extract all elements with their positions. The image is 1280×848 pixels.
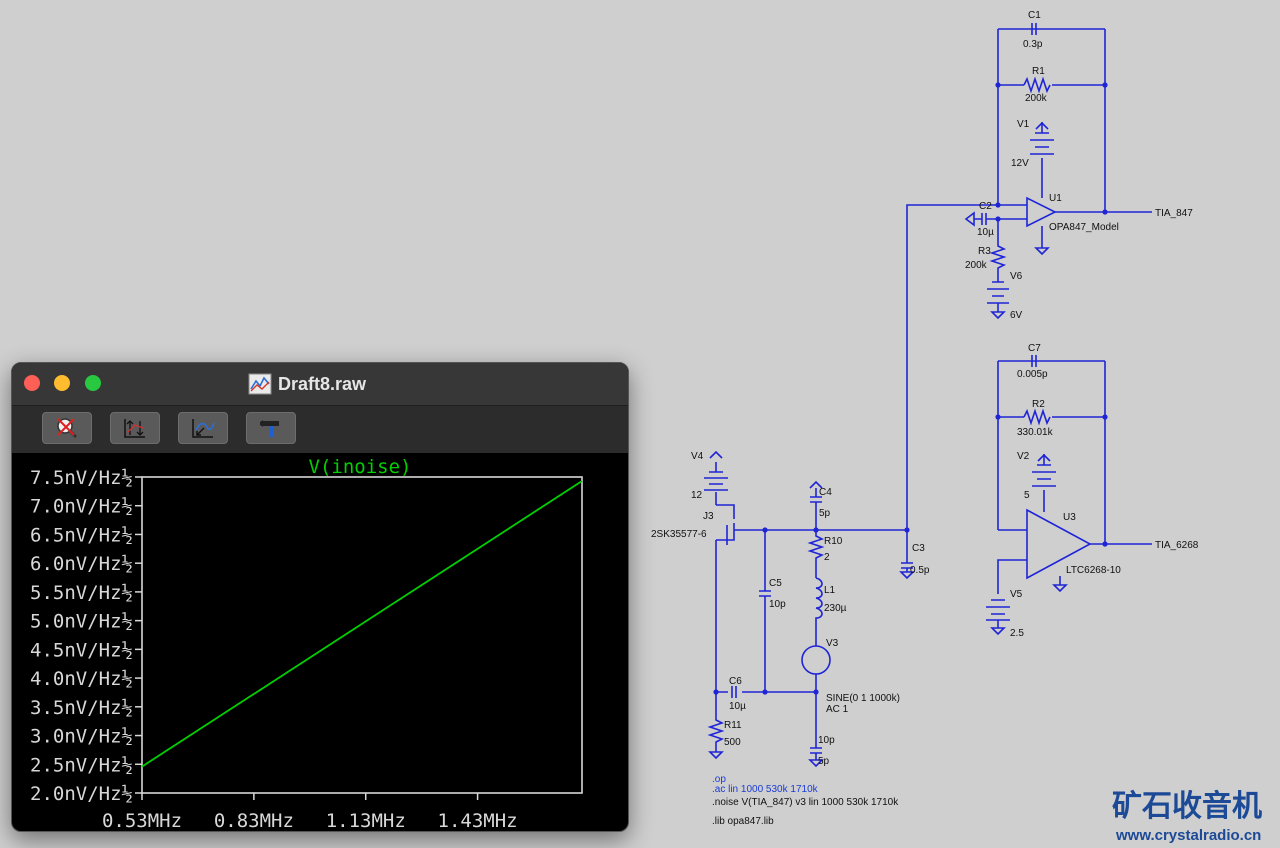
v2-name: V2	[1017, 451, 1030, 462]
r1-name: R1	[1032, 66, 1045, 77]
v2-value: 5	[1024, 490, 1030, 501]
c2-value: 10µ	[977, 227, 994, 238]
noise-plot[interactable]: V(inoise) 7.5nV/Hz½ 7.0nV/Hz½ 6.5nV/Hz½ 6.0…	[12, 453, 628, 831]
waveform-file-icon	[248, 373, 272, 395]
settings-hammer-icon	[260, 420, 279, 437]
watermark: 矿石收音机 www.crystalradio.cn	[1112, 789, 1262, 844]
y-tick-label: 3.0nV/Hz½	[30, 726, 133, 748]
zoom-cancel-icon	[57, 418, 78, 439]
pan-button[interactable]	[178, 412, 228, 444]
c6-name: C6	[729, 676, 742, 687]
y-tick-label: 6.0nV/Hz½	[30, 553, 133, 575]
x-tick-label: 1.13MHz	[326, 810, 406, 831]
r10-value: 2	[824, 552, 830, 563]
c5-value: 10p	[769, 599, 786, 610]
x-tick-label: 1.43MHz	[438, 810, 518, 831]
net-label-tia847: TIA_847	[1155, 208, 1193, 219]
v6-value: 6V	[1010, 310, 1023, 321]
y-tick-label: 3.5nV/Hz½	[30, 697, 133, 719]
waveform-window[interactable]: Draft8.raw V(inoise) 7.5nV/Hz½ 7.0nV/Hz½…	[11, 362, 629, 832]
v5-value: 2.5	[1010, 628, 1024, 639]
window-titlebar[interactable]: Draft8.raw	[12, 363, 628, 406]
y-tick-label: 7.5nV/Hz½	[30, 467, 133, 489]
spice-directives[interactable]: .op .ac lin 1000 530k 1710k .noise V(TIA…	[712, 774, 899, 827]
r1-value: 200k	[1025, 93, 1048, 104]
v3-ac: AC 1	[826, 704, 849, 715]
c1-value: 0.3p	[1023, 39, 1043, 50]
zoom-button[interactable]	[85, 375, 101, 391]
r11-value: 500	[724, 737, 741, 748]
watermark-url: www.crystalradio.cn	[1115, 827, 1261, 844]
u3-value: LTC6268-10	[1066, 565, 1121, 576]
plot-area[interactable]: V(inoise) 7.5nV/Hz½ 7.0nV/Hz½ 6.5nV/Hz½ 6.0…	[12, 453, 628, 831]
waveform-toolbar	[12, 406, 628, 453]
r2-name: R2	[1032, 399, 1045, 410]
trace-line-vinoise[interactable]	[141, 480, 583, 768]
y-tick-label: 2.0nV/Hz½	[30, 783, 133, 805]
net-label-tia6268: TIA_6268	[1155, 540, 1199, 551]
directive-noise: .noise V(TIA_847) v3 lin 1000 530k 1710k	[712, 797, 899, 808]
l1-name: L1	[824, 585, 836, 596]
r11-name: R11	[724, 720, 742, 731]
r2-value: 330.01k	[1017, 427, 1054, 438]
v4-name: V4	[691, 451, 704, 462]
pan-icon	[192, 419, 215, 438]
c-bottom2-value: 5p	[818, 756, 830, 767]
v1-name: V1	[1017, 119, 1030, 130]
c-bottom-value: 10p	[818, 735, 835, 746]
c7-value: 0.005p	[1017, 369, 1048, 380]
v3-value: SINE(0 1 1000k)	[826, 693, 900, 704]
r10-name: R10	[824, 536, 843, 547]
trace-name-label[interactable]: V(inoise)	[309, 456, 412, 478]
u3-name: U3	[1063, 512, 1076, 523]
c2-name: C2	[979, 201, 992, 212]
y-tick-label: 2.5nV/Hz½	[30, 754, 133, 776]
autorange-icon	[124, 419, 145, 438]
c5-name: C5	[769, 578, 782, 589]
c7-name: C7	[1028, 343, 1041, 354]
c4-value: 5p	[819, 508, 831, 519]
x-axis: 0.53MHz 0.83MHz 1.13MHz 1.43MHz	[102, 793, 518, 831]
j3-value: 2SK35577-6	[651, 529, 707, 540]
y-tick-label: 6.5nV/Hz½	[30, 524, 133, 546]
zoom-cancel-button[interactable]	[42, 412, 92, 444]
schematic-wires	[704, 23, 1152, 768]
r3-name: R3	[978, 246, 991, 257]
window-title: Draft8.raw	[248, 373, 366, 395]
u1-name: U1	[1049, 193, 1062, 204]
trace-layer	[141, 480, 583, 768]
r3-value: 200k	[965, 260, 988, 271]
component-labels: C1 0.3p R1 200k V1 12V U1 OPA847_Model C…	[651, 10, 1199, 767]
c6-value: 10µ	[729, 701, 746, 712]
settings-button[interactable]	[246, 412, 296, 444]
v6-name: V6	[1010, 271, 1023, 282]
c3-name: C3	[912, 543, 925, 554]
y-tick-label: 4.0nV/Hz½	[30, 668, 133, 690]
c1-name: C1	[1028, 10, 1041, 21]
x-tick-label: 0.83MHz	[214, 810, 294, 831]
v4-value: 12	[691, 490, 703, 501]
j3-name: J3	[703, 511, 714, 522]
y-tick-label: 5.0nV/Hz½	[30, 611, 133, 633]
y-tick-label: 7.0nV/Hz½	[30, 496, 133, 518]
c3-value: 0.5p	[910, 565, 930, 576]
c4-name: C4	[819, 487, 832, 498]
close-button[interactable]	[24, 375, 40, 391]
v1-value: 12V	[1011, 158, 1029, 169]
watermark-cn: 矿石收音机	[1112, 789, 1262, 823]
autorange-button[interactable]	[110, 412, 160, 444]
v5-name: V5	[1010, 589, 1023, 600]
y-tick-label: 4.5nV/Hz½	[30, 639, 133, 661]
minimize-button[interactable]	[54, 375, 70, 391]
y-axis: 7.5nV/Hz½ 7.0nV/Hz½ 6.5nV/Hz½ 6.0nV/Hz½ 5.5n…	[30, 467, 142, 805]
v3-name: V3	[826, 638, 839, 649]
x-tick-label: 0.53MHz	[102, 810, 182, 831]
y-tick-label: 5.5nV/Hz½	[30, 582, 133, 604]
l1-value: 230µ	[824, 603, 847, 614]
directive-ac: .ac lin 1000 530k 1710k	[712, 784, 819, 795]
directive-lib: .lib opa847.lib	[712, 816, 774, 827]
window-title-text: Draft8.raw	[278, 373, 367, 394]
u1-value: OPA847_Model	[1049, 222, 1119, 233]
